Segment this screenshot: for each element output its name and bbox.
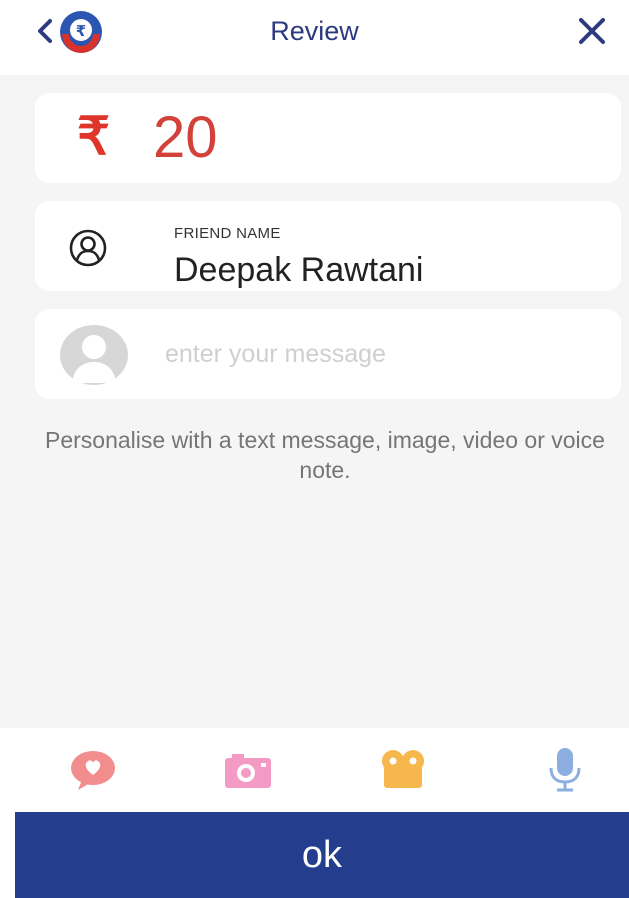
friend-name-label: FRIEND NAME	[174, 225, 281, 242]
chat-heart-icon[interactable]	[68, 748, 118, 792]
ok-button[interactable]: ok	[15, 812, 629, 898]
header-bar: ₹ Review	[0, 0, 629, 75]
message-card[interactable]	[35, 309, 621, 399]
attachment-toolbar	[0, 728, 629, 812]
friend-name-value: Deepak Rawtani	[174, 251, 424, 289]
user-avatar-icon[interactable]	[60, 325, 128, 385]
amount-value: 20	[153, 105, 218, 170]
amount-card: ₹ 20	[35, 93, 621, 183]
review-content: ₹ 20 FRIEND NAME Deepak Rawtani Personal…	[0, 75, 629, 728]
personalise-hint: Personalise with a text message, image, …	[45, 427, 605, 483]
close-icon[interactable]	[574, 13, 610, 49]
person-outline-icon	[69, 229, 107, 267]
microphone-icon[interactable]	[540, 748, 590, 792]
page-title: Review	[270, 16, 359, 46]
friend-card: FRIEND NAME Deepak Rawtani	[35, 201, 621, 291]
video-camera-icon[interactable]	[378, 748, 428, 792]
currency-symbol: ₹	[77, 108, 111, 166]
camera-icon[interactable]	[223, 748, 273, 792]
message-input[interactable]	[165, 339, 565, 369]
